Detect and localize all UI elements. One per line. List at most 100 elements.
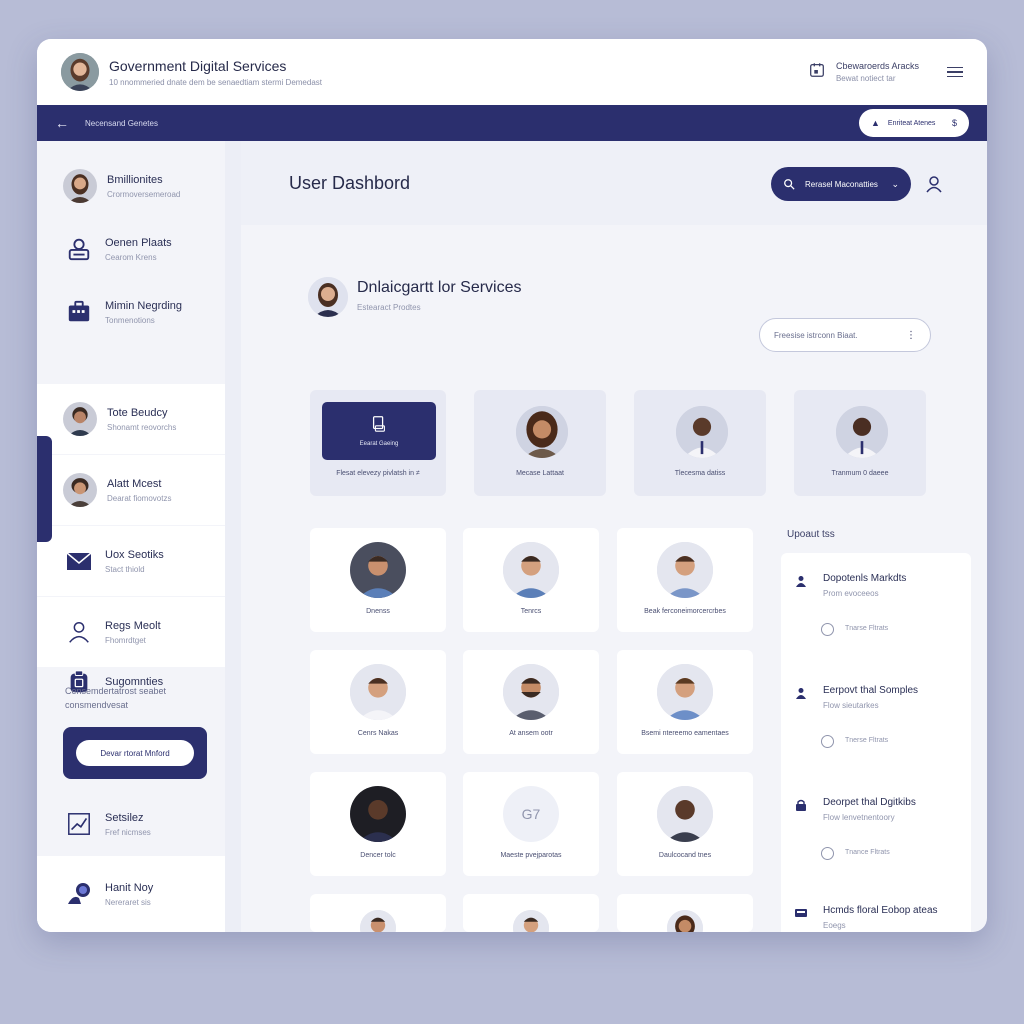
person-icon: [796, 576, 806, 587]
service-card[interactable]: Tlecesma datiss: [634, 390, 766, 496]
sidebar: Bmillionites Crormoversemeroad Oenen Pla…: [37, 141, 225, 932]
document-icon: [372, 416, 385, 432]
service-card-label: Tlecesma datiss: [674, 470, 726, 477]
person-card[interactable]: Cenrs Nakas: [310, 650, 446, 754]
sidebar-item-alatt[interactable]: Alatt Mcest Dearat fiomovotzs: [37, 455, 225, 525]
sidebar-item-label: Regs Meolt: [105, 619, 161, 632]
update-subtitle: Eoegs: [823, 921, 846, 930]
service-card[interactable]: Tranmum 0 daeee: [794, 390, 926, 496]
sidebar-item-label: Uox Seotiks: [105, 548, 164, 561]
sidebar-item-label: Setsilez: [105, 811, 144, 824]
sidebar-item-settings[interactable]: Setsilez Fref nicmses: [37, 801, 225, 847]
update-title: Eerpovt thal Somples: [823, 685, 919, 696]
person-card[interactable]: Tenrcs: [463, 528, 599, 632]
person-card[interactable]: [617, 894, 753, 932]
updates-heading: Upoaut tss: [787, 529, 835, 540]
person-card[interactable]: At ansem ootr: [463, 650, 599, 754]
service-card-label: Tranmum 0 daeee: [831, 470, 889, 477]
service-button[interactable]: Eearat Gaeing: [322, 402, 436, 460]
profile-avatar: [63, 169, 97, 203]
person-avatar: [657, 786, 713, 842]
person-name: Maeste pvejparotas: [500, 852, 562, 859]
sidebar-item-sublabel: Fhomrdtget: [105, 635, 146, 645]
service-card-label: Flesat elevezy pivlatsh in ≠: [336, 470, 420, 477]
chart-trend-icon: [63, 808, 95, 840]
person-avatar: [513, 910, 549, 932]
person-name: Dnenss: [366, 608, 390, 615]
sidebar-item-tote[interactable]: Tote Beudcy Shonamt reovorchs: [37, 384, 225, 454]
person-card[interactable]: [310, 894, 446, 932]
person-avatar: [516, 406, 568, 458]
account-meta: Cbewaroerds Aracks Bewat notiect tar: [836, 61, 919, 83]
user-profile-icon[interactable]: [925, 175, 943, 193]
person-avatar: [503, 542, 559, 598]
sidebar-item-label: Tote Beudcy: [107, 406, 168, 419]
person-card[interactable]: Beak ferconeimorcercrbes: [617, 528, 753, 632]
section-avatar: [308, 277, 348, 317]
sidebar-item-profile[interactable]: Bmillionites Crormoversemeroad: [37, 151, 225, 221]
chat-support-icon: [63, 878, 95, 910]
initials-avatar: G7: [503, 786, 559, 842]
person-card[interactable]: Dnenss: [310, 528, 446, 632]
person-name: Dencer tolc: [360, 852, 396, 859]
service-button-label: Eearat Gaeing: [359, 441, 399, 447]
update-radio-label: Tnarse Fltrats: [845, 625, 889, 632]
update-radio[interactable]: [821, 847, 834, 860]
app-title: Government Digital Services: [109, 57, 287, 74]
sidebar-cta-button[interactable]: Devar rtorat Mnford: [76, 740, 194, 766]
truck-icon: [795, 909, 807, 917]
update-subtitle: Flow lenvetnentoory: [823, 813, 895, 822]
nav-pill-end: $: [951, 118, 957, 128]
person-name: Cenrs Nakas: [357, 730, 399, 737]
sidebar-item-label: Bmillionites: [107, 173, 163, 186]
update-radio-label: Tnance Fltrats: [845, 849, 890, 856]
sidebar-item-open-plans[interactable]: Oenen Plaats Cearom Krens: [37, 214, 225, 284]
update-radio-label: Tnerse Fltrats: [845, 737, 889, 744]
sidebar-item-help[interactable]: Hanit Noy Nereraret sis: [37, 856, 225, 932]
search-dropdown[interactable]: Rerasel Maconatties ⌄: [771, 167, 911, 201]
service-card-label: Mecase Lattaat: [516, 470, 564, 477]
service-card[interactable]: Mecase Lattaat: [474, 390, 606, 496]
sidebar-item-sublabel: Cearom Krens: [105, 252, 157, 262]
person-card[interactable]: [463, 894, 599, 932]
update-subtitle: Flow sieutarkes: [823, 701, 879, 710]
user-avatar[interactable]: [61, 53, 99, 91]
sidebar-item-regs[interactable]: Regs Meolt Fhomrdtget: [37, 597, 225, 667]
person-avatar: [350, 664, 406, 720]
sidebar-item-label: Oenen Plaats: [105, 236, 172, 249]
breadcrumb[interactable]: Necensand Genetes: [85, 119, 158, 128]
person-card[interactable]: G7 Maeste pvejparotas: [463, 772, 599, 876]
account-meta-line2: Bewat notiect tar: [835, 74, 896, 83]
person-name: Tenrcs: [520, 608, 542, 615]
hamburger-menu-icon[interactable]: [947, 64, 963, 81]
sidebar-description: Censemdertatrost seabet consmendvesat: [65, 686, 167, 710]
sidebar-item-mimin[interactable]: Mimin Negrding Tonmenotions: [37, 277, 225, 347]
person-name: At ansem ootr: [509, 730, 553, 737]
envelope-icon: [63, 545, 95, 577]
person-name: Bsemi ntereemo eamentaes: [641, 730, 729, 737]
service-card[interactable]: Eearat Gaeing Flesat elevezy pivlatsh in…: [310, 390, 446, 496]
nav-action-pill[interactable]: ▲ Enriteat Atenes $: [859, 109, 969, 137]
update-title: Hcmds floral Eobop ateas: [823, 905, 938, 916]
person-card[interactable]: Daulcocand tnes: [617, 772, 753, 876]
user-badge-icon: ▲: [871, 118, 880, 128]
search-dropdown-label: Rerasel Maconatties: [805, 179, 878, 189]
main-content: User Dashbord Rerasel Maconatties ⌄ Dnla…: [241, 141, 987, 932]
sidebar-item-label: Alatt Mcest: [107, 477, 162, 490]
sidebar-item-messages[interactable]: Uox Seotiks Stact thiold: [37, 526, 225, 596]
person-card[interactable]: Bsemi ntereemo eamentaes: [617, 650, 753, 754]
person-icon: [796, 688, 806, 699]
update-radio[interactable]: [821, 735, 834, 748]
sidebar-divider: [225, 141, 241, 932]
more-vertical-icon: ⋮: [906, 329, 916, 341]
sidebar-item-label: Hanit Noy: [105, 881, 154, 894]
calendar-icon[interactable]: [808, 61, 826, 84]
app-window: Government Digital Services 10 nnommerie…: [37, 39, 987, 932]
person-name: Daulcocand tnes: [658, 852, 712, 859]
person-outline-icon: [63, 616, 95, 648]
back-arrow-icon[interactable]: ←: [55, 115, 73, 131]
update-title: Deorpet thal Dgitkibs: [823, 797, 916, 808]
person-card[interactable]: Dencer tolc: [310, 772, 446, 876]
update-radio[interactable]: [821, 623, 834, 636]
filter-select[interactable]: Freesise istrconn Biaat. ⋮: [759, 318, 931, 352]
